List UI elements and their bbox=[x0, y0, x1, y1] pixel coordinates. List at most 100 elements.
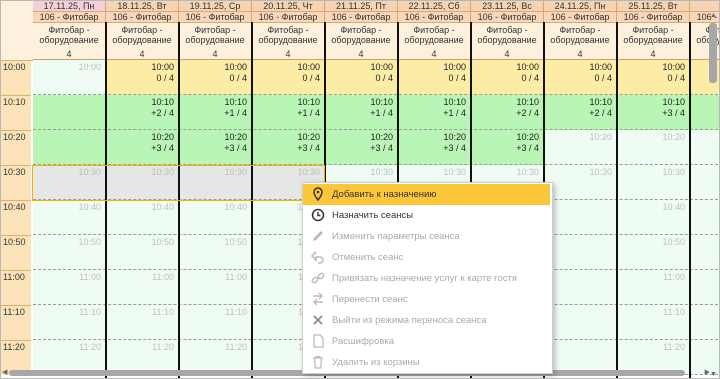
session-slot[interactable]: 10:10 +2 / 4 bbox=[471, 95, 544, 130]
session-slot[interactable]: 10:00 0 / 4 bbox=[179, 60, 252, 95]
slot-time: 11:00 bbox=[152, 272, 174, 282]
vertical-scrollbar[interactable]: ▲ ▼ bbox=[708, 12, 718, 378]
session-slot[interactable]: 11:00 bbox=[179, 270, 252, 305]
session-slot[interactable]: 10:00 bbox=[33, 60, 106, 95]
session-slot[interactable] bbox=[544, 305, 617, 340]
scroll-down-icon[interactable]: ▼ bbox=[710, 371, 717, 378]
session-slot[interactable]: 11:10 bbox=[179, 305, 252, 340]
session-slot[interactable] bbox=[544, 200, 617, 235]
session-slot[interactable]: 10:00 0 / 4 bbox=[325, 60, 398, 95]
slot-time: 10:00 bbox=[662, 62, 685, 72]
session-slot[interactable]: 10:00 0 / 4 bbox=[106, 60, 179, 95]
menu-item-1[interactable]: Добавить к назначению bbox=[303, 184, 550, 205]
session-slot[interactable] bbox=[33, 95, 106, 130]
session-slot[interactable]: 10:50 bbox=[179, 235, 252, 270]
trash-icon bbox=[311, 355, 325, 369]
slot-occupancy: +3 / 4 bbox=[443, 143, 466, 153]
session-slot[interactable]: 10:10 +1 / 4 bbox=[252, 95, 325, 130]
scroll-right-icon[interactable]: ▶ bbox=[705, 368, 710, 376]
session-slot[interactable]: 11:10 bbox=[106, 305, 179, 340]
session-slot[interactable]: 10:40 bbox=[617, 200, 690, 235]
vertical-scroll-thumb[interactable] bbox=[709, 23, 717, 83]
session-slot[interactable]: 11:10 bbox=[33, 305, 106, 340]
date-header[interactable]: 17.11.25, Пн bbox=[33, 1, 106, 12]
session-slot[interactable]: 10:30 bbox=[544, 165, 617, 200]
service-name-line: Фитобар - bbox=[559, 25, 601, 35]
time-label: 11:00 bbox=[1, 270, 31, 305]
session-slot[interactable] bbox=[544, 235, 617, 270]
service-name-line: Фитобар - bbox=[121, 25, 163, 35]
session-slot[interactable] bbox=[33, 130, 106, 165]
session-slot[interactable]: 10:10 +1 / 4 bbox=[398, 95, 471, 130]
session-slot[interactable]: 10:30 bbox=[617, 165, 690, 200]
menu-item-label: Расшифровка bbox=[332, 336, 395, 347]
context-menu: Добавить к назначению Назначить сеансы Изм… bbox=[302, 182, 553, 374]
menu-item-2[interactable]: Назначить сеансы bbox=[303, 205, 550, 226]
session-slot[interactable]: 10:20 bbox=[544, 130, 617, 165]
session-slot[interactable]: 10:00 0 / 4 bbox=[252, 60, 325, 95]
slot-occupancy: +2 / 4 bbox=[516, 108, 539, 118]
slot-time: 11:00 bbox=[79, 272, 101, 282]
service-name-line: Фитобар - bbox=[48, 25, 90, 35]
session-slot[interactable]: 10:20 +3 / 4 bbox=[252, 130, 325, 165]
session-slot[interactable]: 10:10 +1 / 4 bbox=[325, 95, 398, 130]
session-slot[interactable]: 10:40 bbox=[179, 200, 252, 235]
slot-time: 10:00 bbox=[370, 62, 393, 72]
room-header: 106 - Фитобар bbox=[33, 12, 106, 23]
slot-time: 10:20 bbox=[370, 132, 393, 142]
time-label: 10:10 bbox=[1, 95, 31, 130]
capacity-header: 4 bbox=[471, 48, 544, 60]
session-slot[interactable]: 10:10 +1 / 4 bbox=[179, 95, 252, 130]
capacity-header: 4 bbox=[398, 48, 471, 60]
date-header[interactable]: 23.11.25, Вс bbox=[471, 1, 544, 12]
service-name-line: оборудование bbox=[550, 35, 610, 45]
session-slot[interactable]: 11:00 bbox=[33, 270, 106, 305]
session-slot[interactable]: 10:10 +3 / 4 bbox=[617, 95, 690, 130]
session-slot[interactable]: 10:20 +3 / 4 bbox=[325, 130, 398, 165]
session-slot[interactable]: 10:50 bbox=[106, 235, 179, 270]
date-header[interactable]: 20.11.25, Чт bbox=[252, 1, 325, 12]
session-slot[interactable]: 11:10 bbox=[617, 305, 690, 340]
session-slot[interactable]: 10:00 0 / 4 bbox=[617, 60, 690, 95]
session-slot[interactable]: 10:40 bbox=[33, 200, 106, 235]
service-header: Фитобар -оборудование bbox=[33, 23, 106, 48]
slot-time: 10:30 bbox=[662, 167, 685, 177]
scroll-left-icon[interactable]: ◀ bbox=[2, 368, 7, 376]
session-slot[interactable]: 10:00 0 / 4 bbox=[544, 60, 617, 95]
date-header[interactable]: 26 bbox=[690, 1, 719, 12]
date-header[interactable]: 19.11.25, Ср bbox=[179, 1, 252, 12]
date-header[interactable]: 24.11.25, Пн bbox=[544, 1, 617, 12]
session-slot[interactable]: 10:20 +3 / 4 bbox=[471, 130, 544, 165]
date-header[interactable]: 22.11.25, Сб bbox=[398, 1, 471, 12]
session-slot[interactable]: 11:00 bbox=[617, 270, 690, 305]
session-slot[interactable]: 10:20 bbox=[617, 130, 690, 165]
service-name-line: оборудование bbox=[39, 35, 99, 45]
session-slot[interactable]: 11:00 bbox=[106, 270, 179, 305]
date-header[interactable]: 18.11.25, Вт bbox=[106, 1, 179, 12]
service-name-line: оборудование bbox=[258, 35, 318, 45]
menu-item-4: Отменить сеанс bbox=[303, 247, 550, 268]
session-slot[interactable]: 10:20 +3 / 4 bbox=[106, 130, 179, 165]
session-slot[interactable] bbox=[544, 270, 617, 305]
session-slot[interactable]: 10:20 +3 / 4 bbox=[179, 130, 252, 165]
slot-time: 10:50 bbox=[151, 237, 174, 247]
service-header: Фитобар -оборудование bbox=[252, 23, 325, 48]
date-header[interactable]: 21.11.25, Пт bbox=[325, 1, 398, 12]
slot-occupancy: 0 / 4 bbox=[594, 73, 612, 83]
session-slot[interactable]: 10:00 0 / 4 bbox=[471, 60, 544, 95]
session-slot[interactable]: 10:40 bbox=[106, 200, 179, 235]
session-slot[interactable]: 10:50 bbox=[617, 235, 690, 270]
session-slot[interactable]: 10:20 +3 / 4 bbox=[398, 130, 471, 165]
session-slot[interactable]: 10:10 +2 / 4 bbox=[106, 95, 179, 130]
session-slot[interactable]: 10:10 +2 / 4 bbox=[544, 95, 617, 130]
session-slot[interactable]: 10:00 0 / 4 bbox=[398, 60, 471, 95]
slot-occupancy: 0 / 4 bbox=[521, 73, 539, 83]
pencil-icon bbox=[311, 229, 325, 243]
session-slot[interactable]: 10:50 bbox=[33, 235, 106, 270]
date-header[interactable]: 25.11.25, Вт bbox=[617, 1, 690, 12]
capacity-header: 4 bbox=[325, 48, 398, 60]
scroll-up-icon[interactable]: ▲ bbox=[710, 12, 717, 19]
slot-occupancy: +1 / 4 bbox=[224, 108, 247, 118]
service-name-line: оборудование bbox=[185, 35, 245, 45]
menu-item-label: Изменить параметры сеанса bbox=[332, 231, 460, 242]
